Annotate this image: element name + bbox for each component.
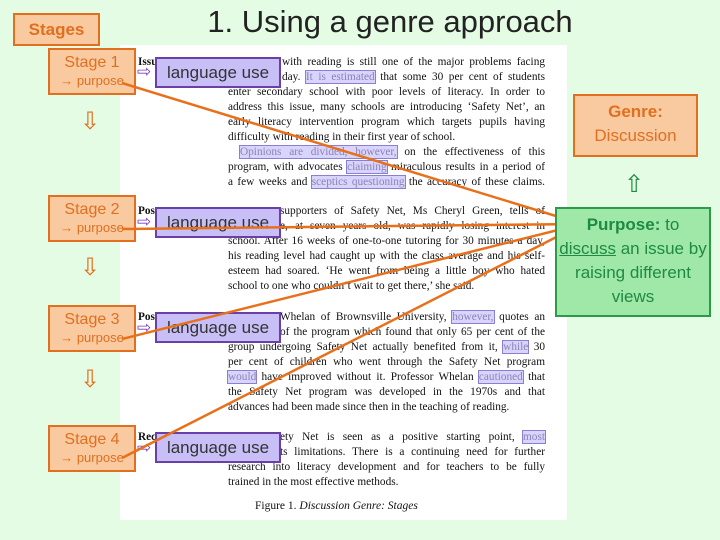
stages-label: Stages [13,13,100,46]
stage-2-box: Stage 2 → purpose [48,195,136,242]
doc-line: with reading is still one of the major p… [282,56,545,68]
slide-title: 1. Using a genre approach [207,4,573,39]
down-arrow-icon: ⇩ [80,366,101,393]
language-use-box: language use [155,312,281,343]
stage-3-box: Stage 3 → purpose [48,305,136,352]
right-arrow-icon: ⇨ [137,438,152,457]
doc-line: advances had been made since then in the… [228,401,510,413]
up-arrow-icon: ⇧ [624,171,645,198]
language-use-box: language use [155,432,281,463]
doc-line: program, with advocates claiming miracul… [228,160,546,174]
doc-line: a few weeks and sceptics questioning the… [228,175,546,189]
doc-line: his reading level had caught up with the… [228,250,545,262]
doc-line: difficulty with reading in their first y… [228,131,456,143]
right-arrow-icon: ⇨ [137,212,152,231]
doc-line: per cent of children who went through th… [228,356,545,368]
genre-box: Genre: Discussion [573,94,698,157]
down-arrow-icon: ⇩ [80,254,101,281]
doc-line: Opinions are divided, however, on the ef… [239,145,546,159]
doc-line: would have improved without it. Professo… [226,370,546,384]
language-use-box: language use [155,207,281,238]
right-arrow-icon: ⇨ [137,318,152,337]
doc-line: early literacy intervention program whic… [228,116,545,128]
doc-line: supporters of Safety Net, Ms Cheryl Gree… [280,205,545,217]
doc-line: trained in the most effective methods. [228,476,399,488]
doc-line: of the program which found that only 65 … [280,326,545,338]
figure-caption: Figure 1. Discussion Genre: Stages [255,500,418,512]
doc-line: esteem had soared. ‘He went from being a… [228,265,545,277]
doc-line: ety Net is seen as a positive starting p… [280,430,546,444]
doc-line: address this issue, many schools are int… [228,101,545,113]
doc-line: ts limitations. There is a continuing ne… [280,446,545,458]
down-arrow-icon: ⇩ [80,108,101,135]
purpose-box: Purpose: to discuss an issue by raising … [555,207,711,317]
language-use-box: language use [155,57,281,88]
doc-line: the Safety Net program was developed in … [228,386,545,398]
doc-line: Whelan of Brownsville University, howeve… [280,310,545,324]
doc-line: e, at seven years old, was rapidly losin… [280,220,545,232]
doc-line: day. It is estimated that some 30 per ce… [282,70,546,84]
doc-line: school to one who couldn’t wait to get t… [228,280,475,292]
stage-4-box: Stage 4 → purpose [48,425,136,472]
right-arrow-icon: ⇨ [137,62,152,81]
stage-1-box: Stage 1 → purpose [48,48,136,95]
